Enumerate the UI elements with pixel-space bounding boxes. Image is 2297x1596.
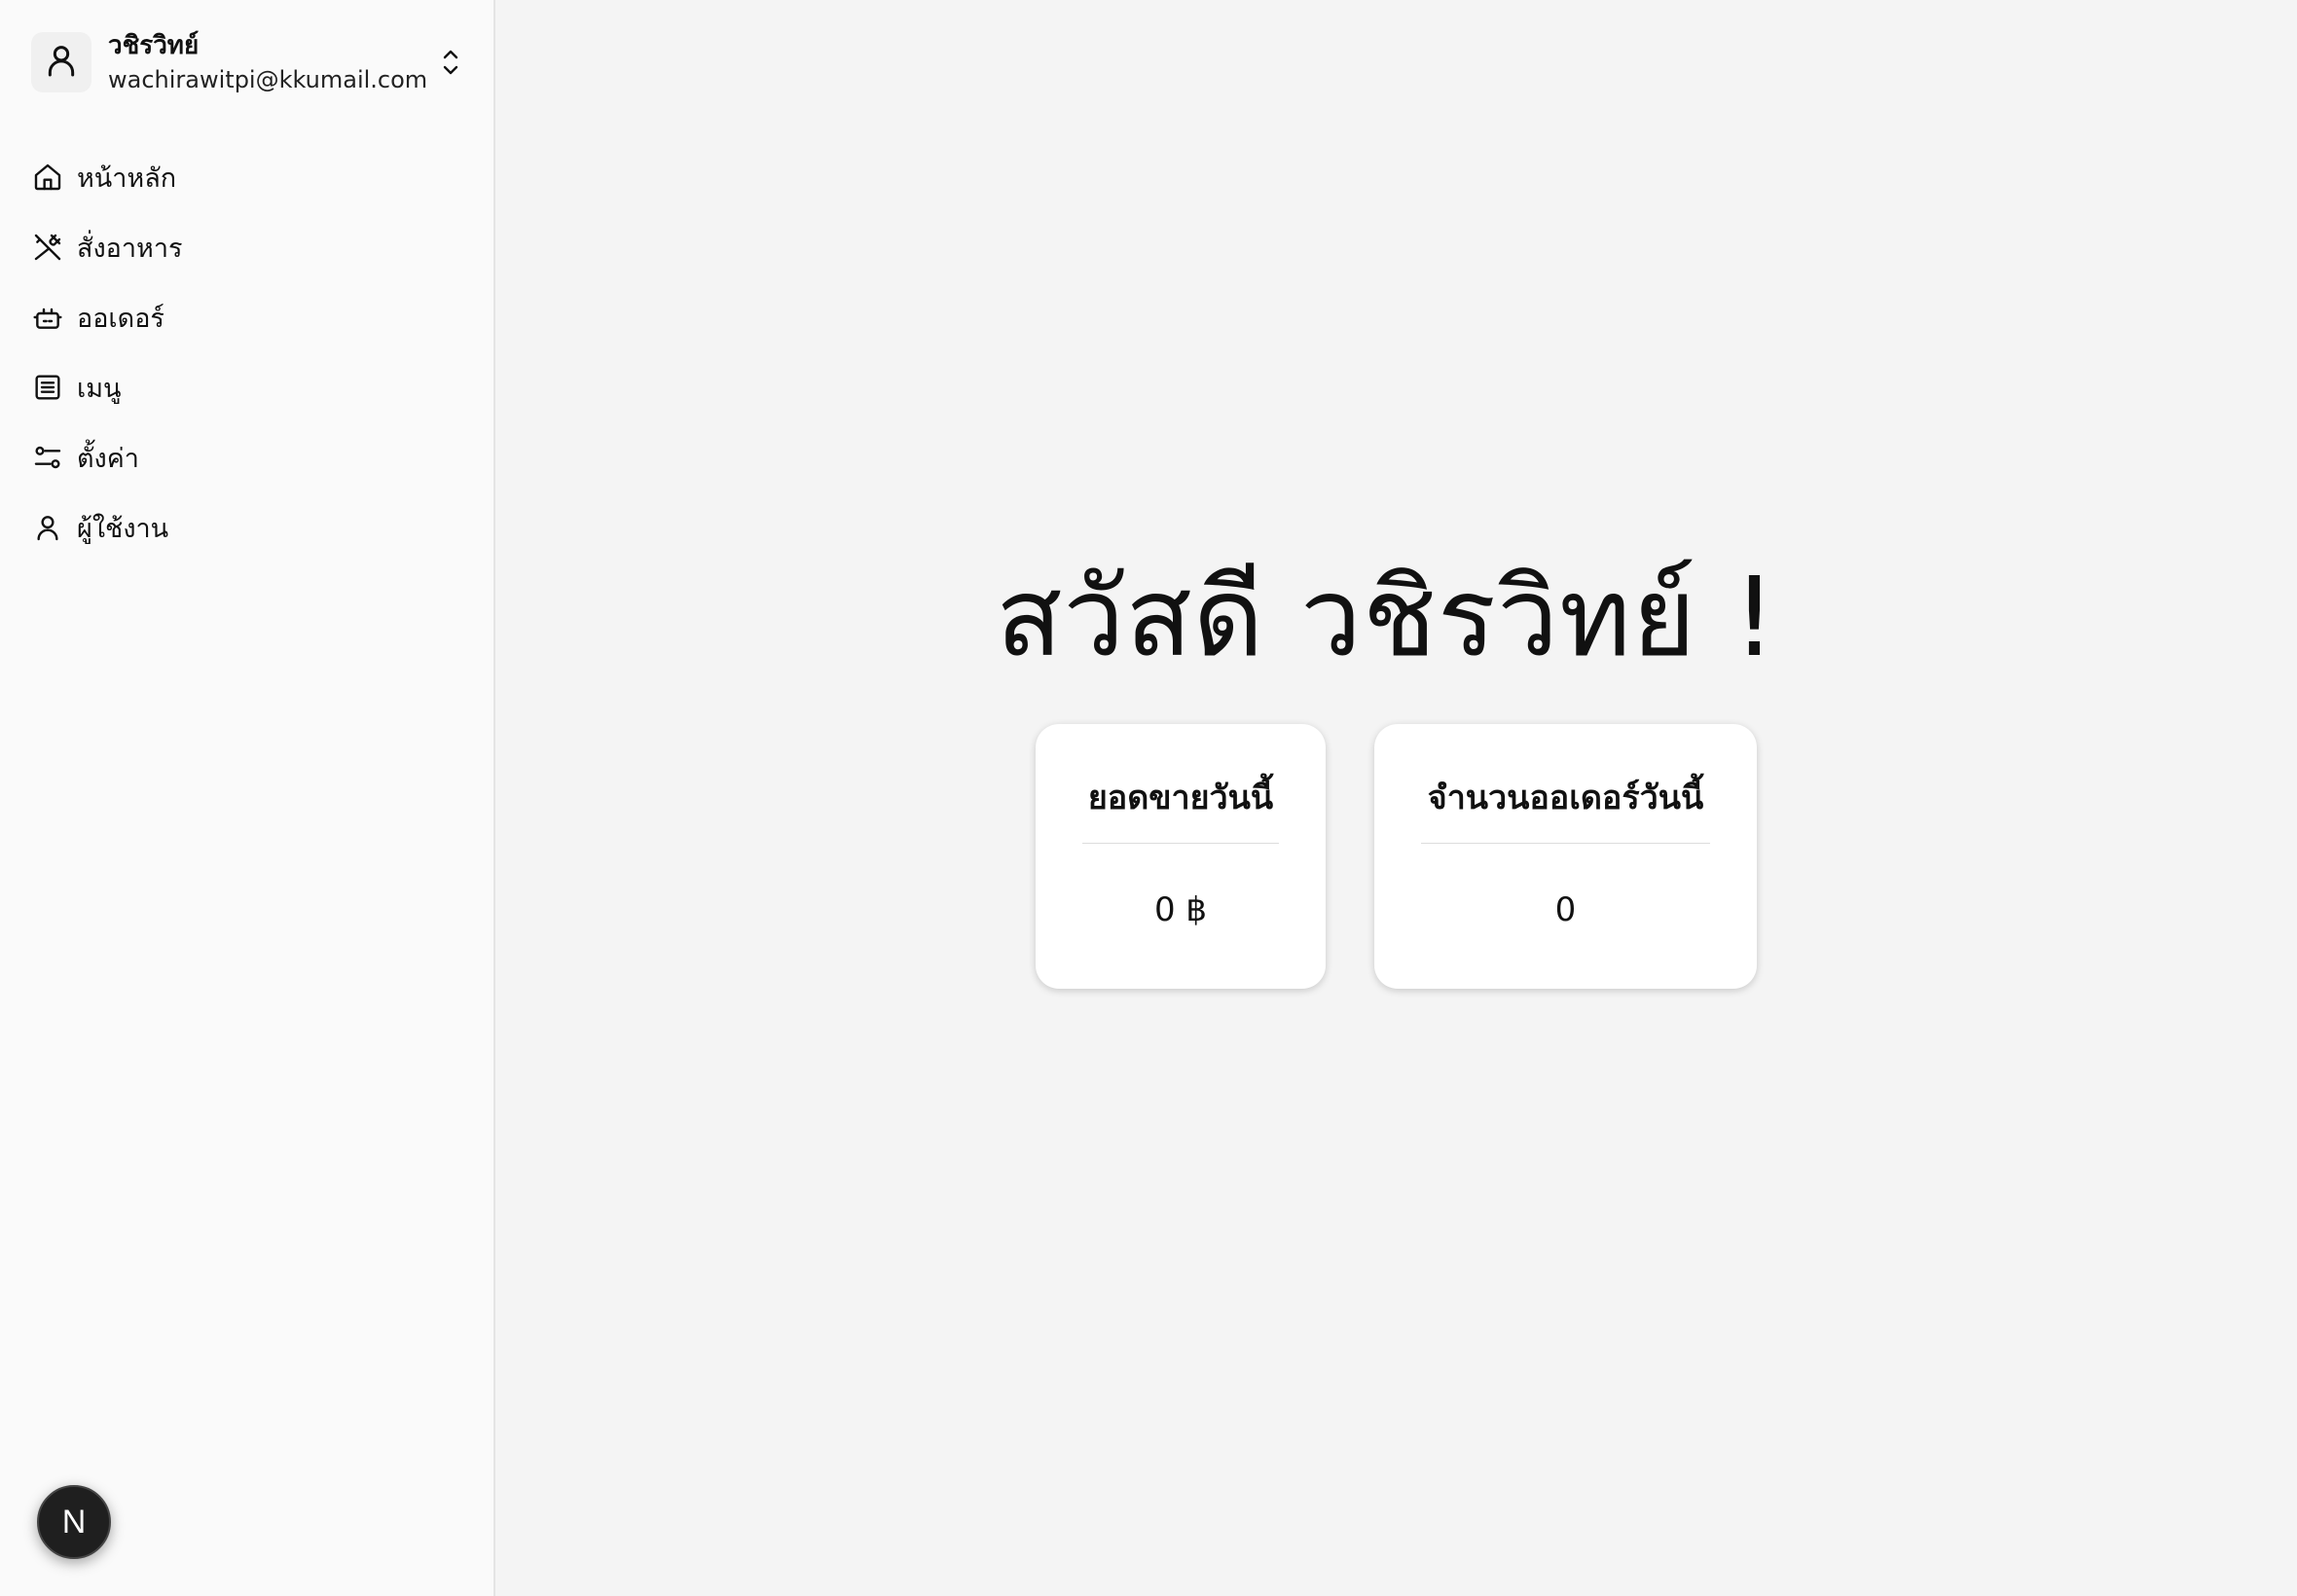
sidebar-item-settings[interactable]: ตั้งค่า: [19, 422, 472, 492]
user-email: wachirawitpi@kkumail.com: [108, 66, 428, 94]
sidebar-item-users[interactable]: ผู้ใช้งาน: [19, 492, 472, 562]
sidebar-item-label: เมนู: [77, 373, 122, 404]
page-title: สวัสดี วชิรวิทย์ !: [996, 555, 1777, 681]
card-value: 0: [1554, 890, 1577, 929]
cooking-pot-icon: [30, 300, 65, 335]
sales-today-card: ยอดขายวันนี้ 0 ฿: [1036, 724, 1326, 989]
list-icon: [30, 370, 65, 405]
user-switcher[interactable]: วชิรวิทย์ wachirawitpi@kkumail.com: [19, 18, 472, 107]
home-icon: [30, 160, 65, 195]
sidebar-nav: หน้าหลัก สั่งอาหาร ออเดอร์ เมนู ตั้งค่า …: [19, 142, 472, 562]
utensils-crossed-icon: [30, 230, 65, 265]
user-icon: [42, 41, 81, 84]
sliders-icon: [30, 440, 65, 475]
sidebar-item-label: ผู้ใช้งาน: [77, 513, 169, 544]
stats-cards: ยอดขายวันนี้ 0 ฿ จำนวนออเดอร์วันนี้ 0: [1036, 724, 1757, 989]
sidebar-item-label: สั่งอาหาร: [77, 233, 183, 264]
user-icon: [30, 510, 65, 545]
user-name: วชิรวิทย์: [108, 30, 200, 60]
badge-letter: N: [61, 1503, 87, 1541]
avatar: [31, 32, 91, 92]
sidebar-item-label: ออเดอร์: [77, 303, 164, 334]
sidebar-item-order-food[interactable]: สั่งอาหาร: [19, 212, 472, 282]
user-info: วชิรวิทย์ wachirawitpi@kkumail.com: [108, 30, 437, 95]
orders-today-card: จำนวนออเดอร์วันนี้ 0: [1374, 724, 1757, 989]
sidebar-item-label: หน้าหลัก: [77, 163, 177, 194]
card-title: ยอดขายวันนี้: [1082, 771, 1279, 844]
sidebar-item-menu[interactable]: เมนู: [19, 352, 472, 422]
sidebar-item-home[interactable]: หน้าหลัก: [19, 142, 472, 212]
main-content: สวัสดี วชิรวิทย์ ! ยอดขายวันนี้ 0 ฿ จำนว…: [495, 0, 2297, 1596]
sidebar-item-label: ตั้งค่า: [77, 443, 139, 474]
sidebar-item-orders[interactable]: ออเดอร์: [19, 282, 472, 352]
dev-tools-badge[interactable]: N: [37, 1485, 111, 1559]
sidebar: วชิรวิทย์ wachirawitpi@kkumail.com หน้าห…: [0, 0, 495, 1596]
app-root: วชิรวิทย์ wachirawitpi@kkumail.com หน้าห…: [0, 0, 2297, 1596]
card-value: 0 ฿: [1153, 890, 1208, 929]
chevrons-up-down-icon: [437, 43, 464, 82]
card-title: จำนวนออเดอร์วันนี้: [1421, 771, 1710, 844]
